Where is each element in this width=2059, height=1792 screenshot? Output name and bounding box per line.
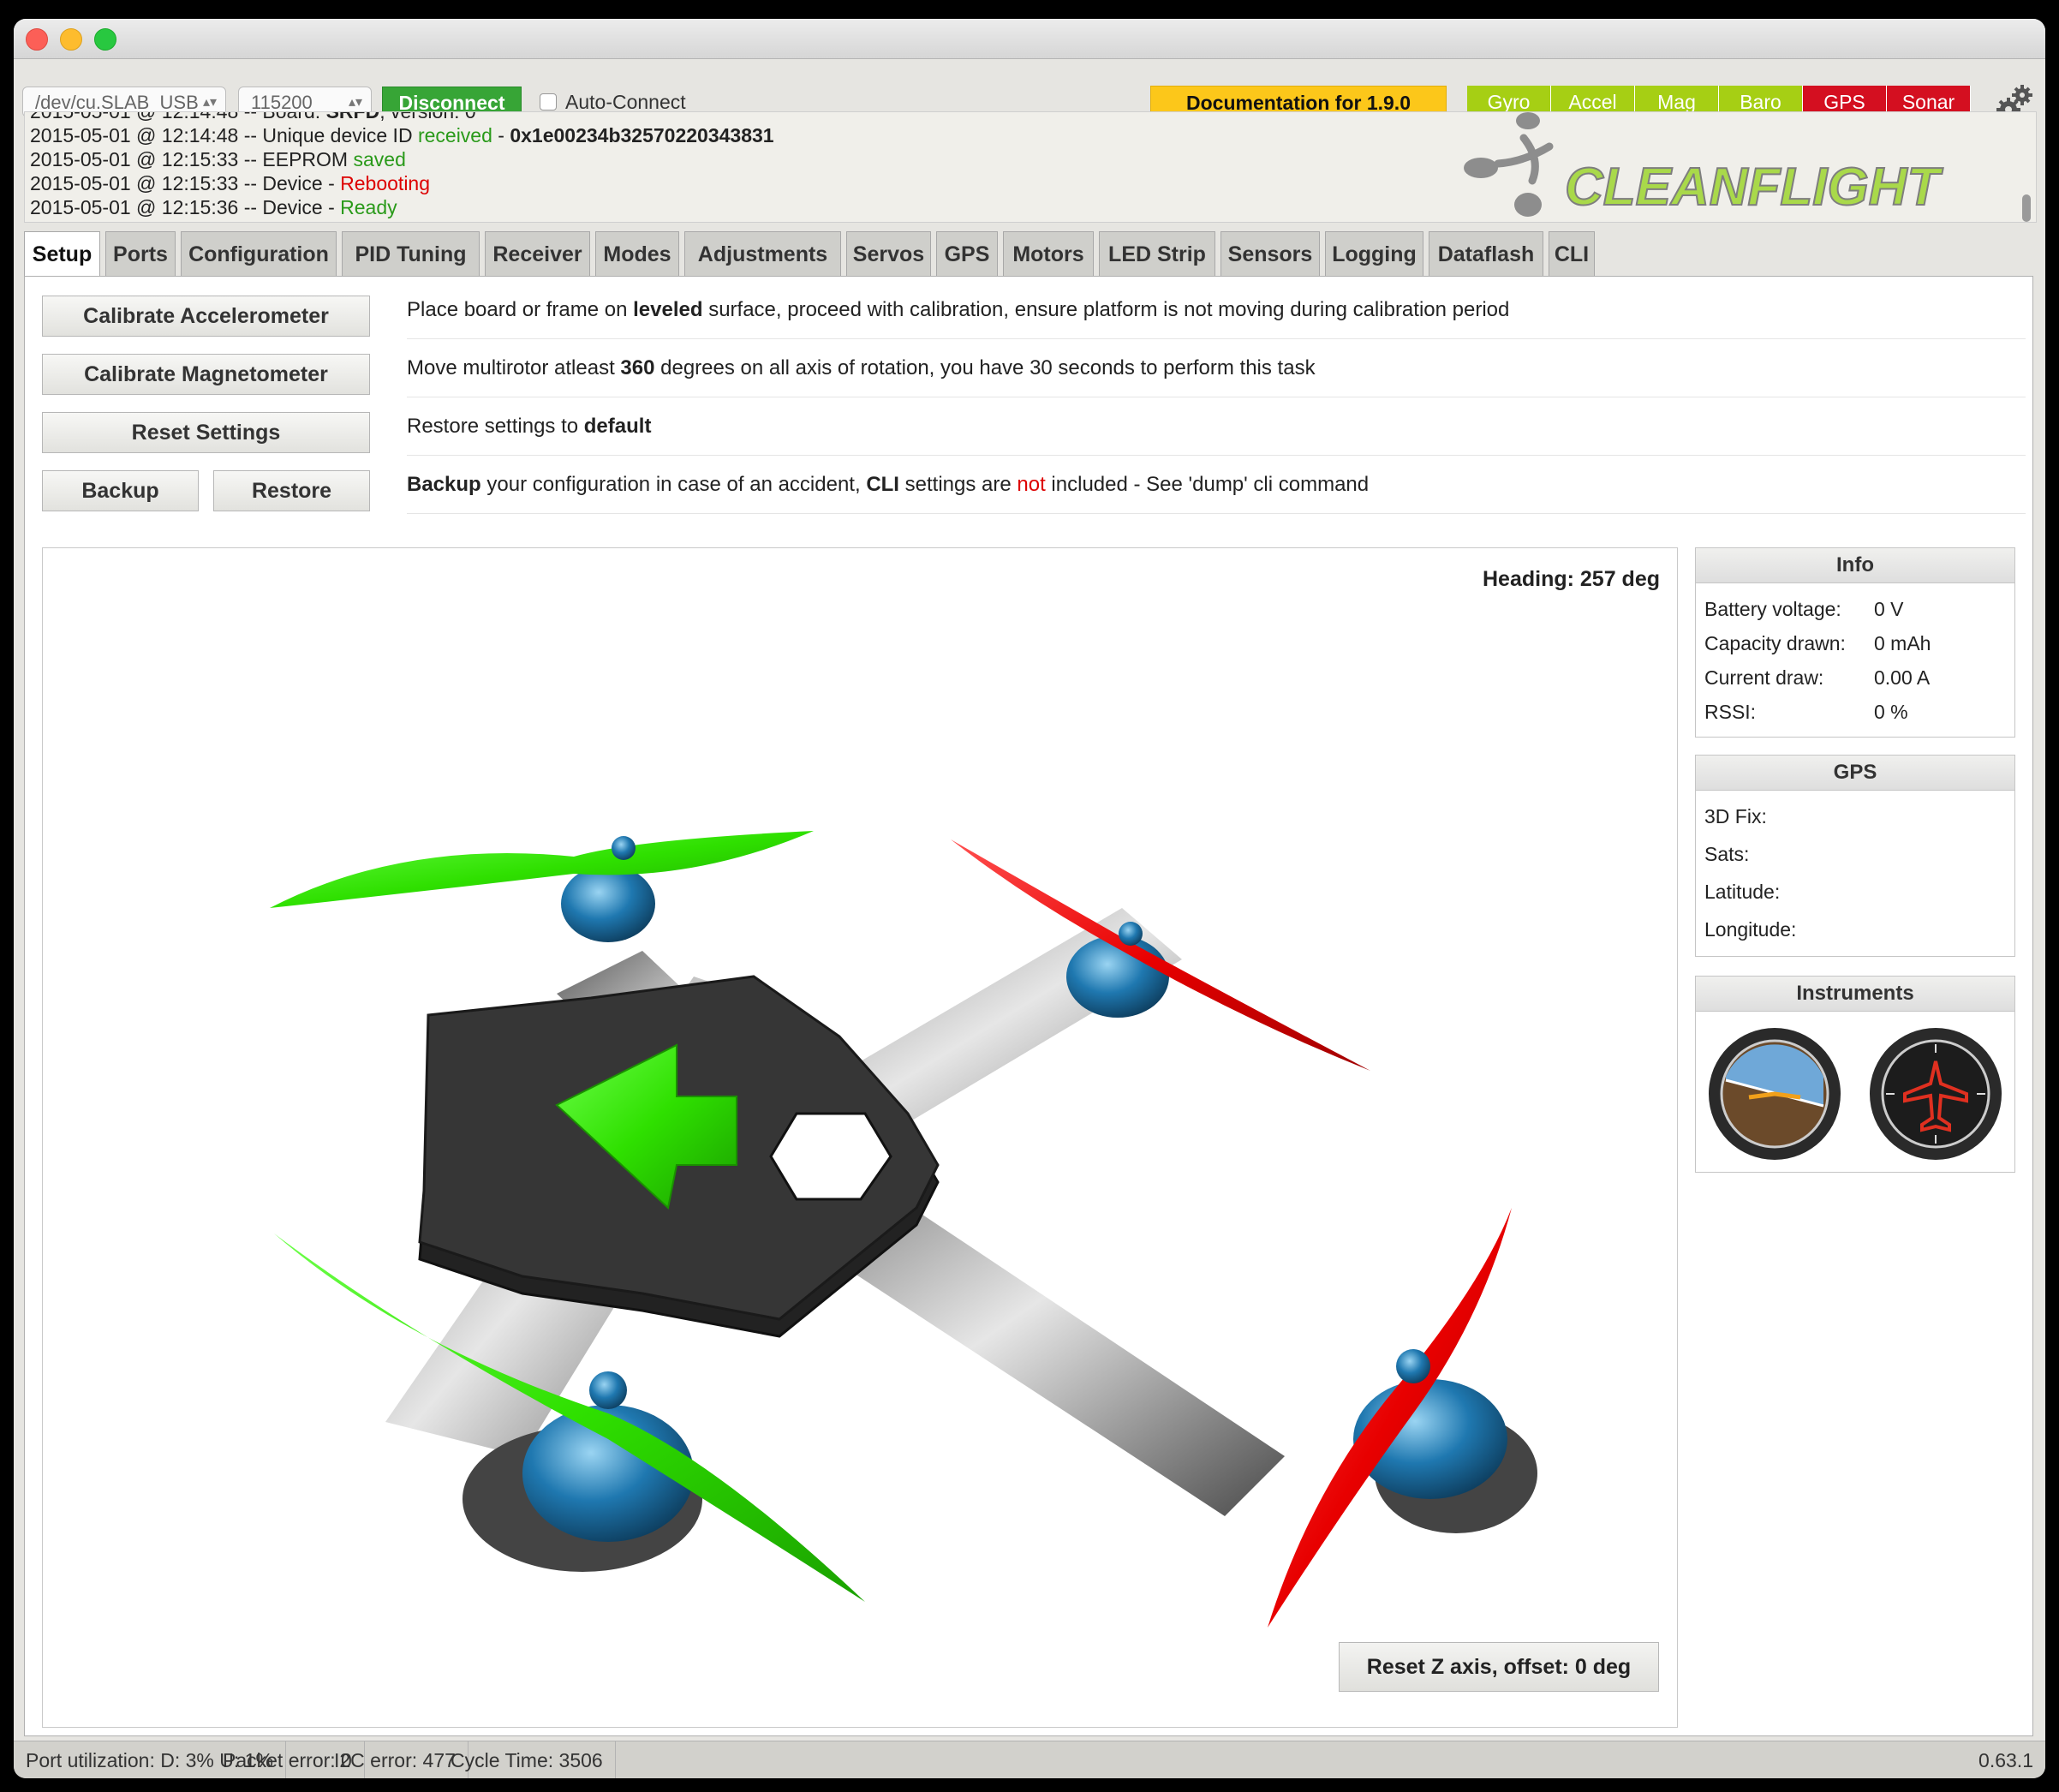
close-window-button[interactable] <box>26 28 48 51</box>
console-log[interactable]: 2015-05-01 @ 12:14:48 -- Board: SRFD, ve… <box>24 111 2037 223</box>
info-row: Battery voltage: 0 V <box>1704 598 1904 621</box>
tab-sensors[interactable]: Sensors <box>1220 231 1320 276</box>
log-line: 2015-05-01 @ 12:15:33 -- Device - Reboot… <box>30 172 431 194</box>
info-row-value: 0 V <box>1874 598 1904 620</box>
calibrate-accelerometer-description: Place board or frame on leveled surface,… <box>407 289 2026 339</box>
tab-ports[interactable]: Ports <box>105 231 176 276</box>
gps-row: Latitude: <box>1704 881 1780 904</box>
gps-panel: GPS 3D Fix: Sats: Latitude: Longitude: <box>1695 755 2015 957</box>
calibrate-magnetometer-button[interactable]: Calibrate Magnetometer <box>42 354 370 395</box>
info-panel-title: Info <box>1696 548 2014 583</box>
tab-logging[interactable]: Logging <box>1325 231 1423 276</box>
heading-indicator-icon <box>1870 1028 2002 1160</box>
info-panel: Info Battery voltage: 0 V Capacity drawn: 0… <box>1695 547 2015 738</box>
tab-setup[interactable]: Setup <box>24 231 100 279</box>
prop-nut <box>612 836 636 860</box>
restore-button[interactable]: Restore <box>213 470 370 511</box>
tab-receiver[interactable]: Receiver <box>485 231 590 276</box>
baud-select-value: 115200 <box>251 92 313 113</box>
instruments-panel-title: Instruments <box>1696 977 2014 1012</box>
zoom-window-button[interactable] <box>94 28 116 51</box>
auto-connect-checkbox[interactable] <box>540 93 557 111</box>
log-scrollbar[interactable] <box>2022 194 2031 222</box>
logo-text: CLEANFLIGHT <box>1565 158 1944 217</box>
tab-servos[interactable]: Servos <box>846 231 931 276</box>
log-line: 2015-05-01 @ 12:15:33 -- EEPROM saved <box>30 148 406 170</box>
info-row: Current draw: 0.00 A <box>1704 666 1930 690</box>
info-row-label: Battery voltage: <box>1704 598 1841 620</box>
prop-nut <box>1396 1349 1430 1383</box>
tab-led-strip[interactable]: LED Strip <box>1099 231 1215 276</box>
info-row: RSSI: 0 % <box>1704 701 1908 724</box>
gps-row-label: Longitude: <box>1704 918 1797 941</box>
tab-bar: Setup Ports Configuration PID Tuning Receive… <box>24 231 2045 279</box>
title-bar <box>14 19 2045 59</box>
cycle-time: Cycle Time: 3506 <box>439 1741 616 1778</box>
calibrate-accelerometer-button[interactable]: Calibrate Accelerometer <box>42 296 370 337</box>
attitude-indicator-icon <box>1709 1028 1841 1160</box>
setup-tab-content: Calibrate Accelerometer Place board or f… <box>24 276 2033 1736</box>
app-window: /dev/cu.SLAB_USBtoUART ▴▾ 115200 ▴▾ Disc… <box>14 19 2045 1778</box>
log-line: 2015-05-01 @ 12:14:48 -- Board: SRFD, ve… <box>30 111 476 122</box>
gps-row: 3D Fix: <box>1704 805 1767 828</box>
tab-cli[interactable]: CLI <box>1549 231 1595 276</box>
log-line: 2015-05-01 @ 12:14:48 -- Unique device I… <box>30 124 774 146</box>
model-view[interactable]: Heading: 257 deg Reset Z axis, offset: 0… <box>42 547 1678 1728</box>
tab-gps[interactable]: GPS <box>936 231 998 276</box>
info-row: Capacity drawn: 0 mAh <box>1704 632 1931 655</box>
instruments-gauges <box>1709 1028 2002 1160</box>
gps-row: Sats: <box>1704 843 1749 866</box>
backup-button[interactable]: Backup <box>42 470 199 511</box>
tab-modes[interactable]: Modes <box>595 231 679 276</box>
tab-dataflash[interactable]: Dataflash <box>1429 231 1543 276</box>
info-row-label: RSSI: <box>1704 701 1757 723</box>
tab-pid-tuning[interactable]: PID Tuning <box>342 231 480 276</box>
gps-row-label: Latitude: <box>1704 881 1781 903</box>
tab-configuration[interactable]: Configuration <box>181 231 337 276</box>
info-row-label: Current draw: <box>1704 666 1824 689</box>
propeller-back-left <box>270 831 814 908</box>
gps-row: Longitude: <box>1704 918 1796 941</box>
motor-back-left <box>561 865 655 942</box>
reset-settings-button[interactable]: Reset Settings <box>42 412 370 453</box>
gps-row-label: Sats: <box>1704 843 1750 865</box>
status-bar: Port utilization: D: 3% U: 1% Packet err… <box>14 1741 2045 1778</box>
tab-adjustments[interactable]: Adjustments <box>684 231 841 276</box>
prop-nut <box>1119 922 1143 946</box>
tab-motors[interactable]: Motors <box>1003 231 1094 276</box>
log-line: 2015-05-01 @ 12:15:36 -- Device - Ready <box>30 196 397 218</box>
app-version: 0.63.1 <box>1978 1749 2033 1771</box>
backup-description: Backup your configuration in case of an … <box>407 463 2026 514</box>
info-row-value: 0.00 A <box>1874 666 1931 689</box>
gps-panel-title: GPS <box>1696 756 2014 791</box>
info-row-value: 0 mAh <box>1874 632 1931 654</box>
gps-row-label: 3D Fix: <box>1704 805 1767 827</box>
reset-settings-description: Restore settings to default <box>407 405 2026 456</box>
info-row-value: 0 % <box>1874 701 1908 723</box>
reset-z-axis-button[interactable]: Reset Z axis, offset: 0 deg <box>1339 1642 1659 1692</box>
calibrate-magnetometer-description: Move multirotor atleast 360 degrees on a… <box>407 347 2026 397</box>
quadcopter-3d-model <box>270 831 1537 1628</box>
cleanflight-logo: CLEANFLIGHT <box>1464 112 1945 218</box>
info-row-label: Capacity drawn: <box>1704 632 1846 654</box>
prop-nut <box>589 1371 627 1409</box>
minimize-window-button[interactable] <box>60 28 82 51</box>
instruments-panel: Instruments <box>1695 976 2015 1173</box>
